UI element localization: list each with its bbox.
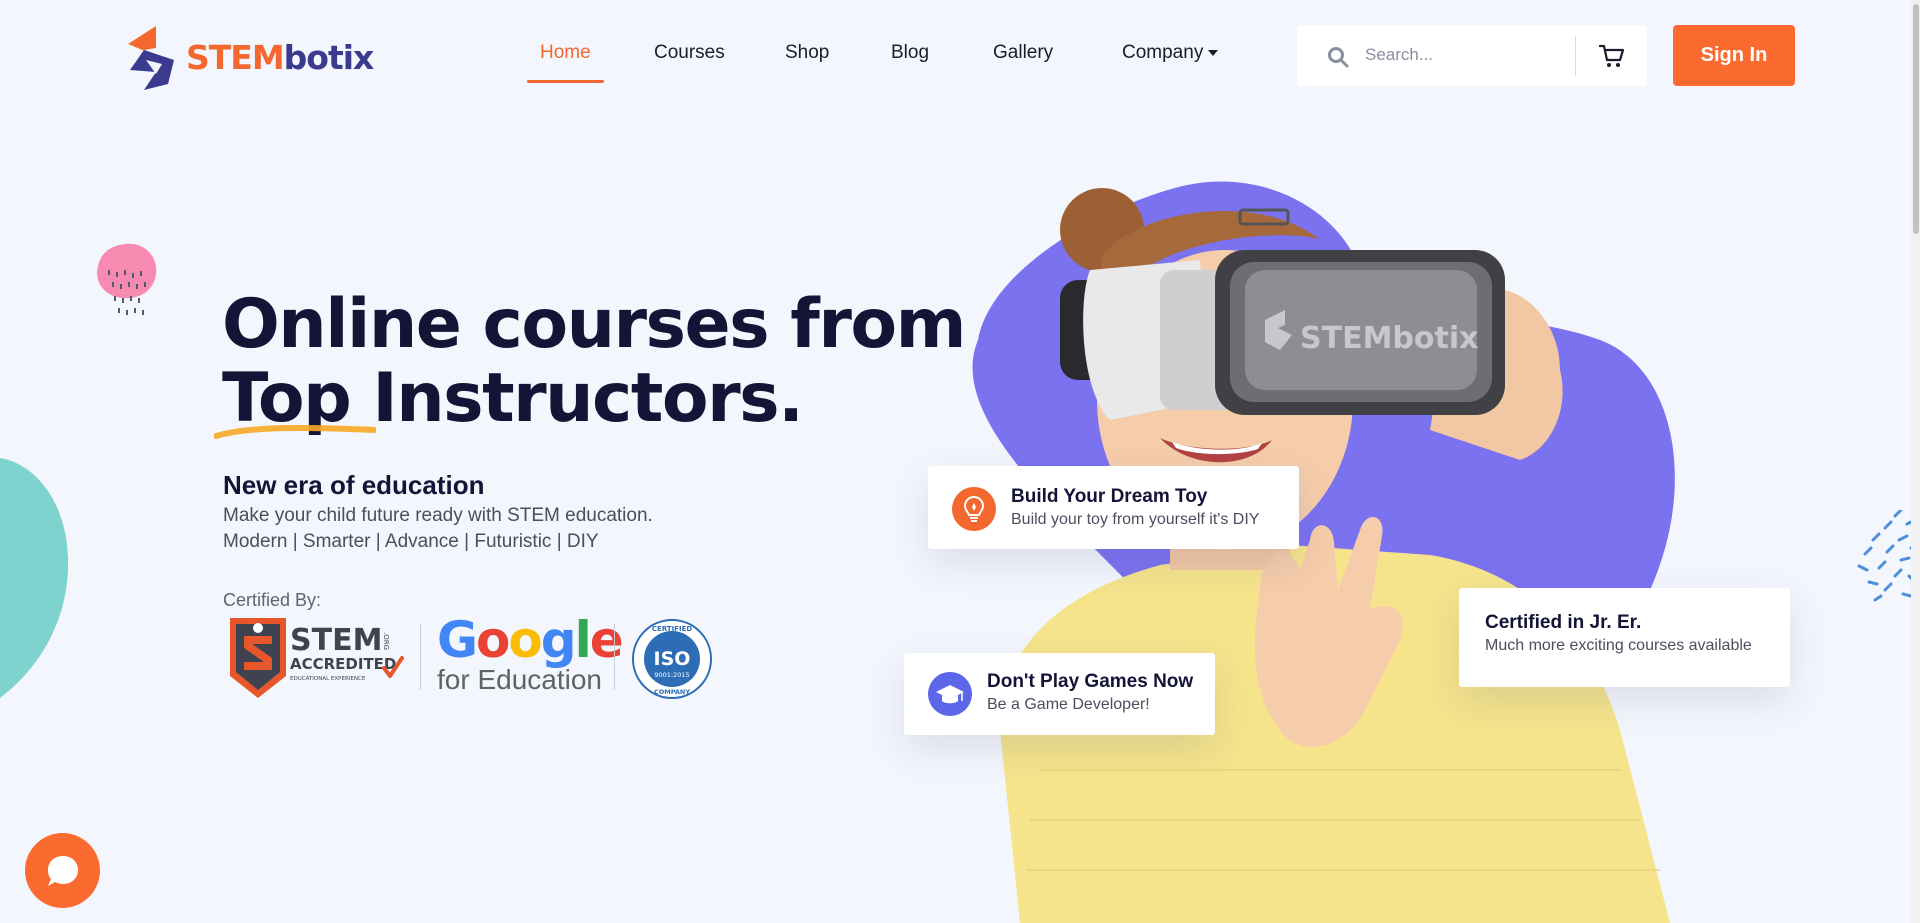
brand-name-part1: STEM <box>186 37 285 77</box>
iso-bottom-text: COMPANY <box>654 688 690 696</box>
card-games-title: Don't Play Games Now <box>987 671 1194 692</box>
google-subtitle: for Education <box>437 664 602 695</box>
card-certified[interactable]: Certified in Jr. Er. Much more exciting … <box>1459 588 1790 687</box>
headline-line1: Online courses from <box>222 285 966 364</box>
google-letter: o <box>508 611 542 669</box>
card-game-developer[interactable]: Don't Play Games Now Be a Game Developer… <box>904 653 1215 735</box>
caret-down-icon <box>1208 50 1219 56</box>
card-dream-toy-subtitle: Build your toy from yourself it's DIY <box>1011 511 1260 528</box>
nav-blog[interactable]: Blog <box>891 42 929 64</box>
search-icon[interactable] <box>1327 46 1349 68</box>
sign-in-button[interactable]: Sign In <box>1673 25 1795 86</box>
nav-courses[interactable]: Courses <box>654 42 725 64</box>
card-dream-toy[interactable]: Build Your Dream Toy Build your toy from… <box>928 466 1299 549</box>
headset-brand-text: STEMbotix <box>1300 321 1478 356</box>
stem-badge-accredited: ACCREDITED <box>290 655 396 673</box>
certified-by-label: Certified By: <box>223 590 322 610</box>
headline-rest: Instructors. <box>350 359 804 438</box>
card-games-subtitle: Be a Game Developer! <box>987 696 1150 713</box>
google-letter: G <box>437 611 478 669</box>
cart-icon[interactable] <box>1598 43 1626 69</box>
google-letter: g <box>540 611 577 669</box>
stem-badge-side: .ORG <box>382 632 390 650</box>
certification-divider <box>614 624 615 690</box>
headline-top-word: Top <box>214 362 376 439</box>
search-divider <box>1575 36 1576 76</box>
hero-subheading: New era of education <box>223 470 485 500</box>
stem-badge-subtext: EDUCATIONAL EXPERIENCE <box>290 676 366 682</box>
nav-gallery[interactable]: Gallery <box>993 42 1053 64</box>
stem-badge-title: STEM <box>290 623 382 658</box>
nav-company[interactable]: Company <box>1122 42 1219 64</box>
brush-underline-decoration <box>214 425 376 439</box>
lightbulb-icon <box>952 487 996 531</box>
page-scrollbar[interactable] <box>1911 0 1920 923</box>
iso-number: 9001:2015 <box>654 671 689 679</box>
nav-home[interactable]: Home <box>527 42 604 83</box>
teal-blob-decoration <box>0 458 69 698</box>
google-letter: l <box>574 611 592 669</box>
brand-logo[interactable]: STEMbotix <box>122 24 375 90</box>
hero-description-1: Make your child future ready with STEM e… <box>223 505 653 526</box>
chat-button[interactable] <box>25 833 100 908</box>
chat-icon <box>47 855 78 886</box>
brand-name-part2: botix <box>283 37 375 77</box>
google-wordmark: Google <box>437 611 624 669</box>
nav-company-label: Company <box>1122 42 1204 63</box>
scrollbar-thumb[interactable] <box>1913 4 1919 234</box>
iso-top-text: CERTIFIED <box>652 625 693 633</box>
google-for-education-logo: Google for Education <box>437 611 624 696</box>
logo-mark-icon <box>128 26 174 90</box>
graduation-cap-icon <box>928 672 972 716</box>
headline-line2: Top Instructors. <box>214 359 965 439</box>
card-dream-toy-title: Build Your Dream Toy <box>1011 486 1208 507</box>
pink-blob-decoration <box>97 243 157 315</box>
hero-headline: Online courses from Top Instructors. <box>214 285 966 439</box>
card-certified-subtitle: Much more exciting courses available <box>1485 637 1752 654</box>
iso-text: ISO <box>654 648 691 670</box>
google-letter: o <box>476 611 510 669</box>
search-input[interactable] <box>1365 40 1565 70</box>
certification-divider <box>420 624 421 690</box>
search-bar <box>1297 25 1647 86</box>
stem-accredited-badge: STEM .ORG ACCREDITED EDUCATIONAL EXPERIE… <box>230 618 404 698</box>
hero-description-2: Modern | Smarter | Advance | Futuristic … <box>223 531 599 552</box>
nav-shop[interactable]: Shop <box>785 42 829 64</box>
iso-certified-badge: CERTIFIED ISO 9001:2015 COMPANY <box>632 619 712 699</box>
card-certified-title: Certified in Jr. Er. <box>1485 612 1642 633</box>
google-letter: e <box>589 611 624 669</box>
